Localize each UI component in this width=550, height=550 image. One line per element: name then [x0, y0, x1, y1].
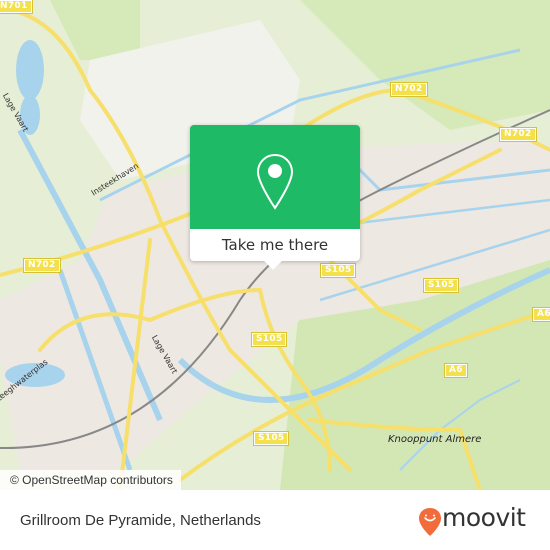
shield-a6-mid: A6 [444, 363, 468, 378]
take-me-there-button[interactable]: Take me there [190, 229, 360, 261]
map-view[interactable]: Insteekhaven Lage Vaart Lage Vaart Leegh… [0, 0, 550, 490]
popup-header [190, 125, 360, 229]
map-pin-icon [256, 153, 294, 210]
moovit-pin-icon [419, 508, 441, 536]
shield-s105-d: S105 [252, 431, 290, 446]
shield-n701: N701 [0, 0, 33, 14]
place-name: Grillroom De Pyramide, Netherlands [20, 512, 261, 529]
label-knooppunt-almere: Knooppunt Almere [388, 434, 482, 445]
location-popup: Take me there [190, 125, 360, 270]
shield-s105-b: S105 [422, 278, 460, 293]
shield-n702-right: N702 [499, 127, 537, 142]
moovit-wordmark: moovit [442, 503, 526, 532]
footer: Grillroom De Pyramide, Netherlands moovi… [0, 490, 550, 550]
moovit-logo[interactable]: moovit [418, 503, 538, 537]
shield-s105-c: S105 [250, 332, 288, 347]
shield-n702-left: N702 [23, 258, 61, 273]
shield-n702-top: N702 [390, 82, 428, 97]
shield-s105-a: S105 [319, 263, 357, 278]
map-attribution[interactable]: © OpenStreetMap contributors [0, 470, 181, 490]
shield-a6-right: A6 [532, 307, 550, 322]
